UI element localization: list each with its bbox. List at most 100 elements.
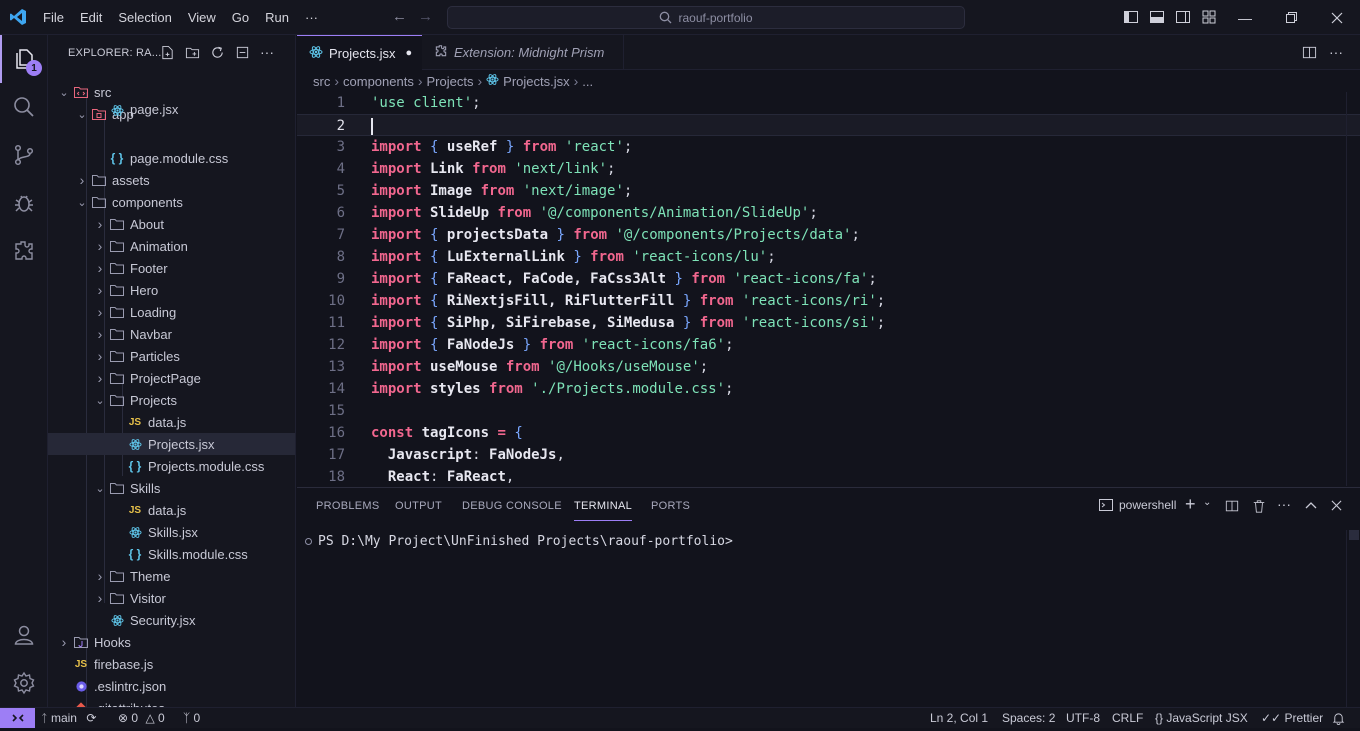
breadcrumb-item[interactable]: Projects bbox=[427, 74, 474, 89]
chevron-down-icon[interactable]: ⌄ bbox=[1203, 497, 1211, 508]
problems-status[interactable]: ⊗ 0 △ 0 bbox=[118, 708, 165, 728]
language-mode[interactable]: {} JavaScript JSX bbox=[1155, 708, 1248, 728]
menu-item-file[interactable]: File bbox=[35, 0, 72, 35]
remote-indicator-icon[interactable] bbox=[0, 708, 35, 728]
close-window-icon[interactable] bbox=[1314, 0, 1360, 35]
new-folder-icon[interactable] bbox=[185, 45, 200, 60]
breadcrumb-item[interactable]: components bbox=[343, 74, 414, 89]
tree-item-hooks[interactable]: › Hooks bbox=[48, 631, 295, 653]
explorer-icon[interactable]: 1 bbox=[0, 35, 48, 83]
menu-item-edit[interactable]: Edit bbox=[72, 0, 110, 35]
encoding[interactable]: UTF-8 bbox=[1066, 708, 1100, 728]
code-token: from bbox=[497, 205, 532, 221]
toggle-panel-icon[interactable] bbox=[1149, 9, 1165, 25]
forward-arrow-icon[interactable]: → bbox=[418, 8, 433, 25]
tree-item-src[interactable]: ⌄ src bbox=[48, 81, 295, 103]
toggle-primary-sidebar-icon[interactable] bbox=[1123, 9, 1139, 25]
tree-item-projects-module-css[interactable]: { } Projects.module.css bbox=[48, 455, 295, 477]
toggle-secondary-sidebar-icon[interactable] bbox=[1175, 9, 1191, 25]
tree-item-page-module-css[interactable]: { } page.module.css bbox=[48, 147, 295, 169]
modified-dot-icon[interactable]: ● bbox=[405, 47, 412, 59]
tree-item-eslintrc-json[interactable]: .eslintrc.json bbox=[48, 675, 295, 697]
extensions-icon[interactable] bbox=[0, 227, 48, 275]
panel-more-icon[interactable]: ··· bbox=[1277, 496, 1291, 512]
refresh-icon[interactable] bbox=[210, 45, 225, 60]
cursor-position[interactable]: Ln 2, Col 1 bbox=[930, 708, 988, 728]
editor-scrollbar[interactable] bbox=[1346, 92, 1360, 486]
tree-item-data-js[interactable]: JS data.js bbox=[48, 411, 295, 433]
more-menu-icon[interactable]: ··· bbox=[297, 0, 326, 35]
trash-icon[interactable] bbox=[1252, 499, 1266, 513]
tree-item-projects-jsx[interactable]: Projects.jsx bbox=[48, 433, 295, 455]
close-panel-icon[interactable] bbox=[1331, 500, 1342, 511]
tree-item-hero[interactable]: › Hero bbox=[48, 279, 295, 301]
panel-tab-ports[interactable]: PORTS bbox=[651, 488, 690, 523]
prettier-status[interactable]: ✓✓ Prettier bbox=[1261, 708, 1323, 728]
menu-item-go[interactable]: Go bbox=[224, 0, 257, 35]
menu-item-view[interactable]: View bbox=[180, 0, 224, 35]
breadcrumb-item[interactable]: Projects.jsx bbox=[503, 74, 569, 89]
split-editor-icon[interactable] bbox=[1302, 45, 1317, 60]
search-icon[interactable] bbox=[0, 83, 48, 131]
tree-item-theme[interactable]: › Theme bbox=[48, 565, 295, 587]
terminal-scrollbar[interactable] bbox=[1346, 530, 1360, 708]
tree-item-visitor[interactable]: › Visitor bbox=[48, 587, 295, 609]
tree-item-skills-jsx[interactable]: Skills.jsx bbox=[48, 521, 295, 543]
tree-item-footer[interactable]: › Footer bbox=[48, 257, 295, 279]
code-line: 13 import useMouse from '@/Hooks/useMouse… bbox=[297, 356, 1360, 378]
breadcrumb-item[interactable]: ... bbox=[582, 74, 593, 89]
panel-tab-debug-console[interactable]: DEBUG CONSOLE bbox=[462, 488, 562, 523]
split-terminal-icon[interactable] bbox=[1225, 499, 1239, 513]
tree-item-data-js[interactable]: JS data.js bbox=[48, 499, 295, 521]
customize-layout-icon[interactable] bbox=[1201, 9, 1217, 25]
line-endings[interactable]: CRLF bbox=[1112, 708, 1143, 728]
menu-item-run[interactable]: Run bbox=[257, 0, 297, 35]
minimize-icon[interactable]: — bbox=[1222, 0, 1268, 35]
tree-item-projects[interactable]: ⌄ Projects bbox=[48, 389, 295, 411]
indentation[interactable]: Spaces: 2 bbox=[1002, 708, 1055, 728]
branch-status[interactable]: ᛏ main ⟳ bbox=[41, 708, 96, 728]
tree-item-about[interactable]: › About bbox=[48, 213, 295, 235]
run-debug-icon[interactable] bbox=[0, 179, 48, 227]
collapse-all-icon[interactable] bbox=[235, 45, 250, 60]
tree-item-animation[interactable]: › Animation bbox=[48, 235, 295, 257]
tree-item-particles[interactable]: › Particles bbox=[48, 345, 295, 367]
tree-item-components[interactable]: ⌄ components bbox=[48, 191, 295, 213]
tree-item-assets[interactable]: › assets bbox=[48, 169, 295, 191]
new-terminal-icon[interactable]: + bbox=[1185, 494, 1196, 515]
tree-item-security-jsx[interactable]: Security.jsx bbox=[48, 609, 295, 631]
tree-item-loading[interactable]: › Loading bbox=[48, 301, 295, 323]
tab-projects-jsx[interactable]: Projects.jsx ● bbox=[297, 35, 422, 70]
maximize-panel-icon[interactable] bbox=[1305, 500, 1317, 512]
panel-tab-problems[interactable]: PROBLEMS bbox=[316, 488, 380, 523]
restore-icon[interactable] bbox=[1268, 0, 1314, 35]
tree-item-skills-module-css[interactable]: { } Skills.module.css bbox=[48, 543, 295, 565]
terminal-prompt-line[interactable]: PS D:\My Project\UnFinished Projects\rao… bbox=[305, 534, 733, 549]
tree-item-navbar[interactable]: › Navbar bbox=[48, 323, 295, 345]
tab-extension-midnight-prism[interactable]: Extension: Midnight Prism bbox=[422, 35, 624, 70]
terminal-shell-selector[interactable]: powershell bbox=[1099, 498, 1176, 512]
panel-tab-output[interactable]: OUTPUT bbox=[395, 488, 442, 523]
back-arrow-icon[interactable]: ← bbox=[392, 8, 407, 25]
tree-item-page-jsx[interactable]: page.jsx bbox=[48, 103, 295, 117]
settings-gear-icon[interactable] bbox=[0, 659, 48, 707]
source-control-icon[interactable] bbox=[0, 131, 48, 179]
new-file-icon[interactable] bbox=[160, 45, 175, 60]
ports-status[interactable]: ᛉ 0 bbox=[183, 708, 200, 728]
notifications-bell-icon[interactable] bbox=[1332, 708, 1345, 728]
sync-icon[interactable]: ⟳ bbox=[86, 711, 96, 725]
tree-item-label: Projects.jsx bbox=[148, 436, 215, 452]
code-line: 4 import Link from 'next/link'; bbox=[297, 158, 1360, 180]
tree-item-projectpage[interactable]: › ProjectPage bbox=[48, 367, 295, 389]
menu-item-selection[interactable]: Selection bbox=[110, 0, 179, 35]
editor-more-actions-icon[interactable]: ··· bbox=[1329, 44, 1343, 60]
command-center-search[interactable]: raouf-portfolio bbox=[447, 6, 965, 29]
tree-item-skills[interactable]: ⌄ Skills bbox=[48, 477, 295, 499]
tree-item-gitattributes[interactable]: .gitattributes bbox=[48, 697, 295, 707]
accounts-icon[interactable] bbox=[0, 611, 48, 659]
code-editor[interactable]: 1 'use client'; 2 3 import { useRef } from '… bbox=[297, 92, 1360, 486]
more-actions-icon[interactable]: ··· bbox=[260, 45, 274, 60]
tree-item-firebase-js[interactable]: JS firebase.js bbox=[48, 653, 295, 675]
panel-tab-terminal[interactable]: TERMINAL bbox=[574, 491, 633, 521]
breadcrumb-item[interactable]: src bbox=[313, 74, 330, 89]
